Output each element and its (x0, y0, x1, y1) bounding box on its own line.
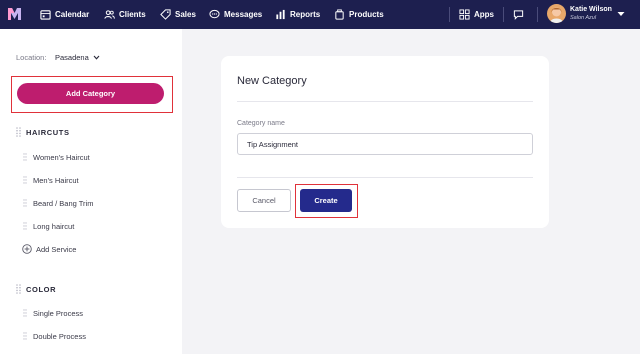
category-title-haircuts: HAIRCUTS (26, 128, 70, 137)
cancel-button[interactable]: Cancel (237, 189, 291, 212)
divider (237, 101, 533, 102)
nav-messages-label: Messages (224, 10, 263, 19)
avatar[interactable] (547, 4, 566, 23)
nav-calendar[interactable]: Calendar (40, 0, 89, 29)
salon-name: Salon Azul (570, 15, 597, 21)
card-title: New Category (237, 75, 307, 87)
drag-handle-icon[interactable] (23, 176, 27, 184)
nav-clients[interactable]: Clients (104, 0, 146, 29)
message-icon (209, 9, 220, 19)
service-item[interactable]: Double Process (33, 332, 86, 341)
drag-handle-icon[interactable] (23, 153, 27, 161)
location-value[interactable]: Pasadena (55, 53, 89, 62)
drag-handle-icon[interactable] (16, 284, 21, 294)
nav-sales[interactable]: Sales (160, 0, 196, 29)
nav-reports-label: Reports (290, 10, 321, 19)
create-button[interactable]: Create (300, 189, 352, 212)
drag-handle-icon[interactable] (23, 309, 27, 317)
divider (237, 177, 533, 178)
reports-icon (276, 9, 285, 20)
nav-divider (449, 7, 450, 22)
nav-products-label: Products (349, 10, 384, 19)
sidebar: Location: Pasadena Add Category HAIRCUTS… (0, 29, 182, 354)
app-logo-icon[interactable] (8, 8, 21, 20)
calendar-icon (40, 10, 51, 20)
user-name[interactable]: Katie Wilson (570, 6, 612, 13)
nav-messages[interactable]: Messages (209, 0, 262, 29)
nav-products[interactable]: Products (334, 0, 384, 29)
add-service-link[interactable]: Add Service (36, 245, 76, 254)
drag-handle-icon[interactable] (23, 332, 27, 340)
nav-sales-label: Sales (175, 10, 196, 19)
nav-reports[interactable]: Reports (275, 0, 320, 29)
nav-divider (537, 7, 538, 22)
add-category-label: Add Category (65, 89, 116, 98)
nav-apps-label: Apps (474, 10, 494, 19)
add-circle-icon[interactable] (22, 244, 32, 254)
nav-apps[interactable]: Apps (459, 0, 494, 29)
add-category-button[interactable]: Add Category (17, 83, 164, 104)
drag-handle-icon[interactable] (23, 199, 27, 207)
category-name-label: Category name (237, 120, 285, 127)
nav-divider (503, 7, 504, 22)
nav-clients-label: Clients (119, 10, 146, 19)
new-category-card: New Category Category name Cancel Create (221, 56, 549, 228)
drag-handle-icon[interactable] (16, 127, 21, 137)
user-avatar-icon (547, 4, 566, 23)
products-icon (335, 9, 344, 20)
tag-icon (160, 9, 171, 20)
location-label: Location: (16, 53, 47, 62)
chat-icon (513, 10, 524, 20)
top-nav-bar: Calendar Clients Sales Messages Reports … (0, 0, 640, 29)
category-title-color: COLOR (26, 285, 57, 294)
service-item[interactable]: Beard / Bang Trim (33, 199, 93, 208)
service-item[interactable]: Women's Haircut (33, 153, 90, 162)
chevron-down-icon[interactable] (93, 54, 100, 61)
service-item[interactable]: Long haircut (33, 222, 74, 231)
apps-grid-icon (459, 9, 470, 20)
service-item[interactable]: Men's Haircut (33, 176, 79, 185)
chevron-down-icon[interactable] (617, 11, 625, 17)
chat-button[interactable] (513, 0, 524, 29)
category-name-input[interactable] (237, 133, 533, 155)
drag-handle-icon[interactable] (23, 222, 27, 230)
service-item[interactable]: Single Process (33, 309, 83, 318)
clients-icon (104, 10, 115, 19)
nav-calendar-label: Calendar (55, 10, 90, 19)
